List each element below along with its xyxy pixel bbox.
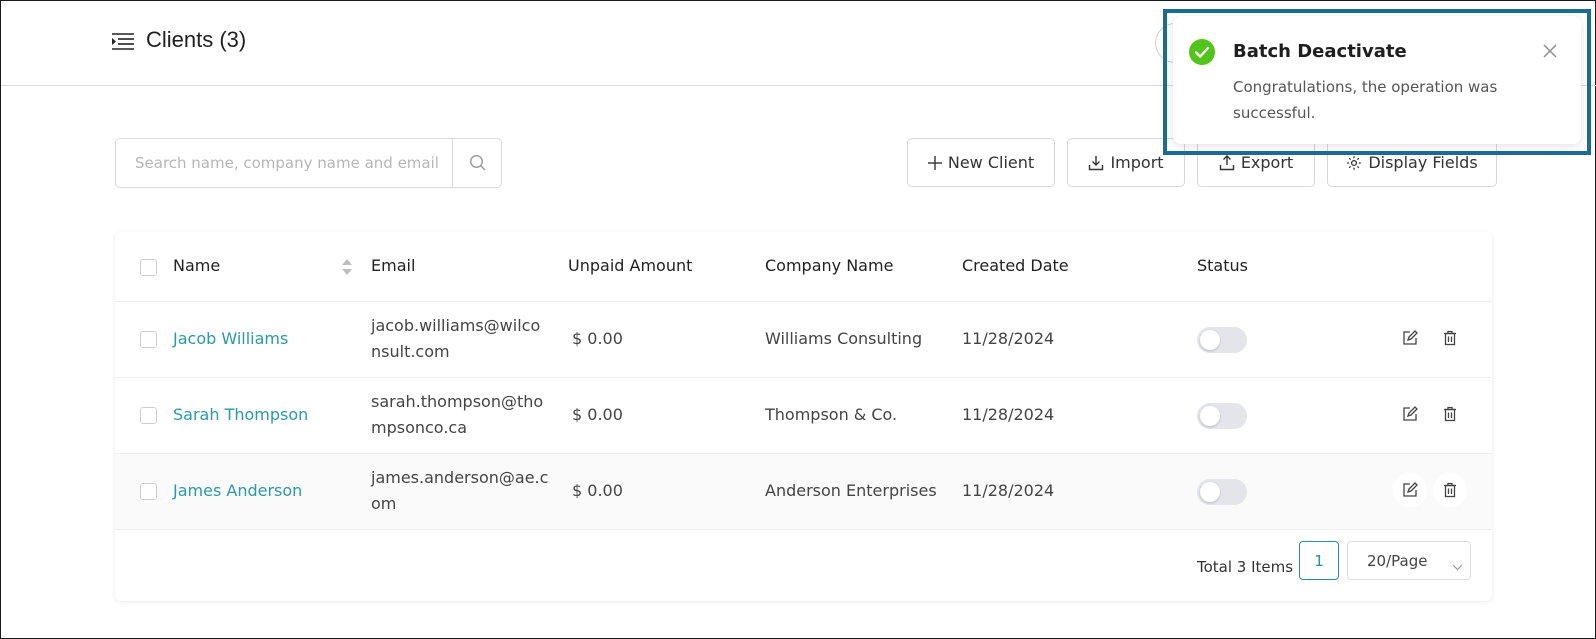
edit-icon (1403, 482, 1418, 497)
page-title: Clients (3) (146, 27, 247, 52)
import-label: Import (1110, 153, 1164, 172)
status-toggle[interactable] (1197, 327, 1247, 353)
trash-icon (1444, 330, 1456, 346)
page-size-select[interactable]: 20/Page (1347, 541, 1471, 580)
trash-icon (1444, 482, 1456, 498)
row-checkbox[interactable] (140, 331, 157, 348)
column-header-unpaid-amount: Unpaid Amount (568, 256, 693, 275)
table-row: James Anderson james.anderson@ae.com $ 0… (115, 454, 1492, 530)
client-email: james.anderson@ae.com (371, 468, 549, 513)
table-header: Name Email Unpaid Amount Company Name Cr… (115, 232, 1492, 302)
new-client-label: New Client (947, 153, 1035, 172)
column-header-company-name: Company Name (765, 256, 894, 275)
trash-icon (1444, 406, 1456, 422)
column-header-status: Status (1197, 256, 1248, 275)
search-box (115, 138, 502, 188)
column-header-name[interactable]: Name (173, 256, 220, 275)
column-header-email: Email (371, 256, 416, 275)
client-email: jacob.williams@wilconsult.com (371, 316, 541, 361)
client-email: sarah.thompson@thompsonco.ca (371, 392, 544, 437)
edit-button[interactable] (1393, 321, 1427, 355)
delete-button[interactable] (1433, 321, 1467, 355)
select-all-checkbox[interactable] (140, 259, 157, 276)
unpaid-amount: $ 0.00 (572, 481, 623, 500)
column-header-created-date: Created Date (962, 256, 1069, 275)
plus-icon (927, 155, 942, 170)
created-date: 11/28/2024 (962, 405, 1055, 424)
status-toggle[interactable] (1197, 479, 1247, 505)
download-icon (1089, 155, 1104, 170)
export-label: Export (1240, 153, 1294, 172)
notification-highlight-box (1163, 9, 1591, 155)
new-client-button[interactable]: New Client (907, 138, 1055, 187)
edit-icon (1403, 406, 1418, 421)
total-items: Total 3 Items (1197, 558, 1294, 576)
status-toggle[interactable] (1197, 403, 1247, 429)
company-name: Thompson & Co. (765, 405, 898, 424)
company-name: Williams Consulting (765, 329, 923, 348)
edit-icon (1403, 330, 1418, 345)
created-date: 11/28/2024 (962, 481, 1055, 500)
chevron-down-icon (1452, 557, 1463, 575)
search-input[interactable] (116, 139, 452, 187)
table-row: Sarah Thompson sarah.thompson@thompsonco… (115, 378, 1492, 454)
page-size-value: 20/Page (1367, 552, 1428, 570)
unpaid-amount: $ 0.00 (572, 329, 623, 348)
menu-collapse-icon[interactable] (111, 31, 135, 53)
created-date: 11/28/2024 (962, 329, 1055, 348)
page-button-1[interactable]: 1 (1299, 541, 1339, 580)
search-button[interactable] (452, 139, 502, 187)
unpaid-amount: $ 0.00 (572, 405, 623, 424)
upload-icon (1219, 154, 1235, 170)
row-checkbox[interactable] (140, 483, 157, 500)
display-fields-label: Display Fields (1368, 153, 1478, 172)
clients-table: Name Email Unpaid Amount Company Name Cr… (115, 232, 1492, 601)
gear-icon (1347, 155, 1362, 170)
row-checkbox[interactable] (140, 407, 157, 424)
client-name-link[interactable]: Sarah Thompson (173, 405, 308, 424)
client-name-link[interactable]: Jacob Williams (173, 329, 288, 348)
edit-button[interactable] (1393, 397, 1427, 431)
client-name-link[interactable]: James Anderson (173, 481, 302, 500)
edit-button[interactable] (1393, 473, 1427, 507)
delete-button[interactable] (1433, 473, 1467, 507)
sort-icon[interactable] (341, 257, 353, 281)
company-name: Anderson Enterprises (765, 481, 937, 500)
delete-button[interactable] (1433, 397, 1467, 431)
search-icon (469, 154, 485, 171)
app-window: Clients (3) New Client Import Export Dis… (0, 0, 1596, 639)
table-row: Jacob Williams jacob.williams@wilconsult… (115, 302, 1492, 378)
